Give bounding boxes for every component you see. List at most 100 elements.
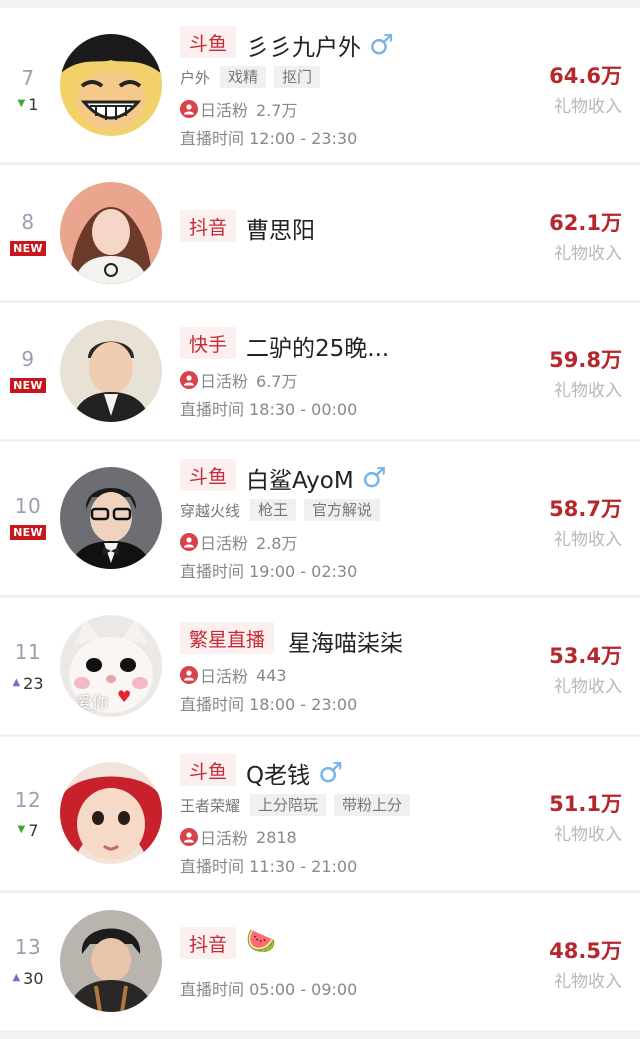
gift-label: 礼物收入 bbox=[554, 530, 622, 550]
male-icon: ♂ bbox=[369, 28, 395, 61]
gift-amount: 53.4万 bbox=[549, 644, 622, 668]
male-icon: ♂ bbox=[361, 461, 387, 494]
fans-count: 443 bbox=[256, 665, 287, 685]
rank-number: 7 bbox=[21, 66, 35, 90]
fans-count: 2818 bbox=[256, 827, 297, 847]
streamer-name: Q老钱 bbox=[246, 763, 311, 789]
live-time: 直播时间 12:00 - 23:30 bbox=[180, 129, 358, 148]
fans-info: 日活粉 443 bbox=[180, 663, 287, 687]
new-badge: NEW bbox=[10, 240, 46, 256]
fans-info: 日活粉 2818 bbox=[180, 825, 297, 849]
live-time: 直播时间 11:30 - 21:00 bbox=[180, 857, 358, 876]
gift-amount: 64.6万 bbox=[549, 64, 622, 88]
streamer-name-wrap[interactable]: 星海喵柒柒 bbox=[288, 624, 403, 658]
category-label: 穿越火线 bbox=[180, 501, 241, 520]
avatar-caption: 爱你 bbox=[76, 693, 109, 712]
rank-number: 9 bbox=[21, 347, 35, 371]
gift-amount: 48.5万 bbox=[549, 939, 622, 963]
gift-amount: 58.7万 bbox=[549, 497, 622, 521]
avatar[interactable] bbox=[60, 910, 162, 1012]
rank-number: 8 bbox=[21, 210, 35, 234]
fans-info: 日活粉 2.8万 bbox=[180, 530, 297, 554]
rank-change: ▼ 7 bbox=[17, 820, 39, 840]
avatar[interactable]: 爱你 ♥ bbox=[60, 615, 162, 717]
streamer-name-wrap[interactable]: 白鲨AyoM ♂ bbox=[246, 461, 387, 495]
live-time-value: 18:30 - 00:00 bbox=[249, 400, 358, 419]
tag[interactable]: 带粉上分 bbox=[334, 794, 411, 816]
fans-count: 2.8万 bbox=[256, 534, 298, 553]
rank-number: 12 bbox=[14, 788, 42, 812]
avatar[interactable] bbox=[60, 467, 162, 569]
rank-change: ▼ 1 bbox=[17, 94, 39, 114]
watermelon-icon: 🍉 bbox=[246, 927, 276, 955]
fans-count: 6.7万 bbox=[256, 372, 298, 391]
user-icon bbox=[180, 533, 198, 551]
gift-amount: 62.1万 bbox=[549, 211, 622, 235]
ranking-row[interactable]: 13 ▲ 30 抖音 🍉 直播时间 05:00 - 09:00 48.5万 礼物… bbox=[0, 893, 640, 1030]
fans-info: 日活粉 6.7万 bbox=[180, 368, 297, 392]
live-time: 直播时间 19:00 - 02:30 bbox=[180, 562, 358, 581]
gift-label: 礼物收入 bbox=[554, 244, 622, 264]
streamer-name-wrap[interactable]: 二驴的25晚... bbox=[246, 329, 389, 363]
ranking-row[interactable]: 9 NEW 快手 二驴的25晚... 日活粉 6.7万 直播时间 18:30 -… bbox=[0, 303, 640, 439]
user-icon bbox=[180, 666, 198, 684]
avatar[interactable] bbox=[60, 320, 162, 422]
new-badge: NEW bbox=[10, 377, 46, 393]
rank-number: 10 bbox=[14, 494, 42, 518]
streamer-name-wrap[interactable]: 彡彡九户外 ♂ bbox=[246, 28, 394, 62]
platform-badge: 抖音 bbox=[180, 210, 237, 242]
fans-count: 2.7万 bbox=[256, 101, 298, 120]
down-arrow-icon: ▼ bbox=[17, 98, 26, 109]
streamer-name: 星海喵柒柒 bbox=[288, 631, 403, 657]
streamer-name: 二驴的25晚... bbox=[246, 336, 390, 362]
rank-number: 13 bbox=[14, 935, 42, 959]
streamer-name: 彡彡九户外 bbox=[246, 35, 361, 61]
ranking-list: 7 ▼ 1 斗鱼 彡彡九户外 ♂ 户外 戏精 抠门 日活粉 2.7万 直播时间 … bbox=[0, 0, 640, 1039]
live-time-value: 12:00 - 23:30 bbox=[249, 129, 358, 148]
rank-change: ▲ 30 bbox=[12, 968, 44, 988]
category-label: 王者荣耀 bbox=[180, 796, 241, 815]
platform-badge: 抖音 bbox=[180, 927, 237, 959]
streamer-name: 曹思阳 bbox=[246, 218, 315, 244]
gift-label: 礼物收入 bbox=[554, 97, 622, 117]
avatar[interactable] bbox=[60, 34, 162, 136]
live-time: 直播时间 05:00 - 09:00 bbox=[180, 980, 358, 999]
tag[interactable]: 官方解说 bbox=[304, 499, 381, 521]
up-arrow-icon: ▲ bbox=[12, 972, 21, 983]
new-badge: NEW bbox=[10, 524, 46, 540]
gift-label: 礼物收入 bbox=[554, 825, 622, 845]
live-time: 直播时间 18:00 - 23:00 bbox=[180, 695, 358, 714]
platform-badge: 繁星直播 bbox=[180, 622, 275, 654]
platform-badge: 斗鱼 bbox=[180, 459, 237, 491]
tag-list: 穿越火线 枪王 官方解说 bbox=[180, 499, 381, 521]
streamer-name-wrap[interactable]: Q老钱 ♂ bbox=[246, 756, 343, 790]
ranking-row[interactable]: 12 ▼ 7 斗鱼 Q老钱 ♂ 王者荣耀 上分陪玩 带粉上分 日活粉 2818 … bbox=[0, 737, 640, 890]
ranking-row[interactable]: 8 NEW 抖音 曹思阳 62.1万 礼物收入 bbox=[0, 165, 640, 300]
rank-change: NEW bbox=[0, 522, 56, 542]
tag[interactable]: 上分陪玩 bbox=[250, 794, 327, 816]
tag[interactable]: 枪王 bbox=[250, 499, 297, 521]
avatar[interactable] bbox=[60, 182, 162, 284]
ranking-row[interactable]: 10 NEW 斗鱼 白鲨AyoM ♂ 穿越火线 枪王 官方解说 日活粉 2.8万… bbox=[0, 442, 640, 595]
gift-label: 礼物收入 bbox=[554, 381, 622, 401]
category-label: 户外 bbox=[180, 68, 211, 87]
gift-amount: 59.8万 bbox=[549, 348, 622, 372]
ranking-row[interactable]: 7 ▼ 1 斗鱼 彡彡九户外 ♂ 户外 戏精 抠门 日活粉 2.7万 直播时间 … bbox=[0, 8, 640, 162]
tag[interactable]: 抠门 bbox=[274, 66, 321, 88]
ranking-row[interactable]: 11 ▲ 23 爱你 ♥ 繁星直播 星海喵柒柒 日活粉 443 直播时间 18:… bbox=[0, 598, 640, 734]
avatar[interactable] bbox=[60, 762, 162, 864]
tag[interactable]: 戏精 bbox=[220, 66, 267, 88]
rank-number: 11 bbox=[14, 640, 42, 664]
streamer-name-wrap[interactable]: 曹思阳 bbox=[246, 211, 315, 245]
streamer-name-wrap[interactable]: 🍉 bbox=[246, 929, 276, 953]
live-time-value: 11:30 - 21:00 bbox=[249, 857, 358, 876]
live-time-value: 05:00 - 09:00 bbox=[249, 980, 358, 999]
platform-badge: 斗鱼 bbox=[180, 754, 237, 786]
live-time-value: 19:00 - 02:30 bbox=[249, 562, 358, 581]
tag-list: 户外 戏精 抠门 bbox=[180, 66, 321, 88]
live-time: 直播时间 18:30 - 00:00 bbox=[180, 400, 358, 419]
user-icon bbox=[180, 100, 198, 118]
rank-change: ▲ 23 bbox=[12, 673, 44, 693]
rank-change: NEW bbox=[0, 238, 56, 258]
platform-badge: 斗鱼 bbox=[180, 26, 237, 58]
